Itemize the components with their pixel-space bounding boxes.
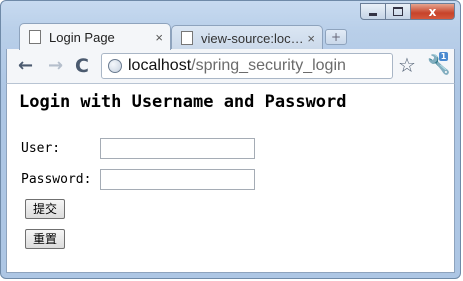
user-label: User: <box>21 141 61 156</box>
password-input[interactable] <box>100 169 255 190</box>
close-icon: x <box>428 4 437 19</box>
page-icon <box>181 31 193 45</box>
page-icon <box>29 30 41 44</box>
page-content: Login with Username and Password User: P… <box>6 84 455 273</box>
maximize-button[interactable] <box>386 3 411 20</box>
password-label: Password: <box>21 172 92 187</box>
browser-window: x Login Page × view-source:loc… × + ← → … <box>0 0 461 279</box>
wrench-badge: 1 <box>439 52 448 61</box>
reset-button[interactable]: 重置 <box>25 229 65 249</box>
plus-icon: + <box>330 30 342 44</box>
browser-toolbar: ← → C localhost/spring_security_login ☆ … <box>6 49 455 84</box>
maximize-icon <box>393 7 403 16</box>
globe-icon <box>108 59 122 73</box>
tab-view-source[interactable]: view-source:loc… × <box>171 25 323 50</box>
username-input[interactable] <box>100 138 255 159</box>
bookmark-star-icon[interactable]: ☆ <box>398 54 416 76</box>
tab-close-icon[interactable]: × <box>307 31 315 46</box>
tab-login-page[interactable]: Login Page × <box>19 23 171 50</box>
url-host: localhost <box>128 57 192 74</box>
reload-icon[interactable]: C <box>75 54 89 78</box>
url-path: /spring_security_login <box>191 57 346 74</box>
submit-button[interactable]: 提交 <box>25 199 65 219</box>
window-controls: x <box>360 3 455 20</box>
page-title: Login with Username and Password <box>19 92 347 112</box>
minimize-button[interactable] <box>360 3 386 20</box>
address-bar[interactable]: localhost/spring_security_login <box>101 53 393 79</box>
tab-title: view-source:loc… <box>201 30 304 46</box>
new-tab-button[interactable]: + <box>325 29 347 45</box>
close-window-button[interactable]: x <box>411 3 455 20</box>
back-arrow-icon[interactable]: ← <box>18 54 33 78</box>
minimize-icon <box>369 12 377 16</box>
forward-arrow-icon[interactable]: → <box>48 54 63 78</box>
tab-close-icon[interactable]: × <box>155 30 163 45</box>
tab-title: Login Page <box>49 29 115 45</box>
